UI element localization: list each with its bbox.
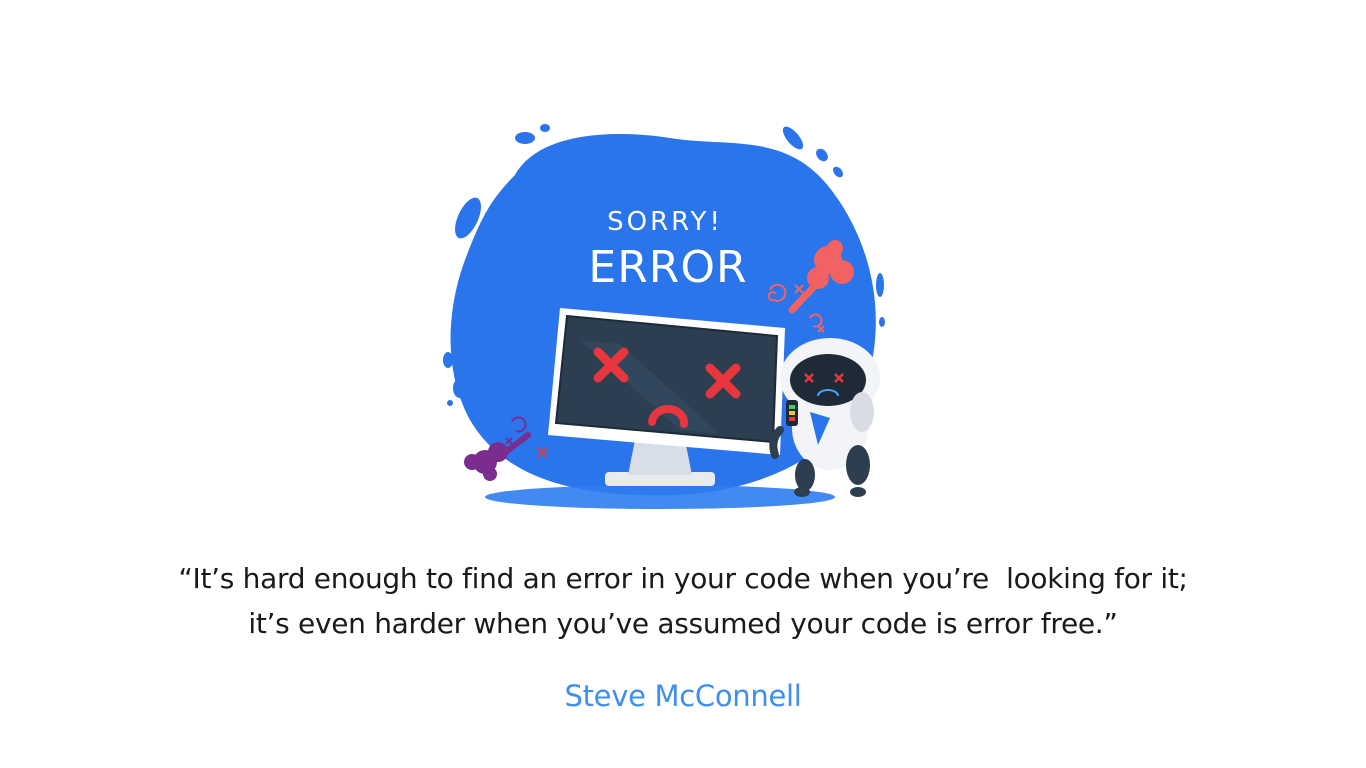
quote-author: Steve McConnell	[564, 679, 802, 713]
error-illustration: SORRY! ERROR	[443, 124, 885, 509]
error-page: SORRY! ERROR “It’s hard enough to find a…	[0, 0, 1366, 768]
quote-text: “It’s hard enough to find an error in yo…	[0, 556, 1366, 646]
quote-line-1: “It’s hard enough to find an error in yo…	[178, 562, 1188, 595]
error-text: ERROR	[588, 242, 747, 293]
sorry-text: SORRY!	[607, 207, 723, 237]
quote-line-2: it’s even harder when you’ve assumed you…	[248, 607, 1118, 640]
robot-mascot-icon	[769, 338, 880, 497]
